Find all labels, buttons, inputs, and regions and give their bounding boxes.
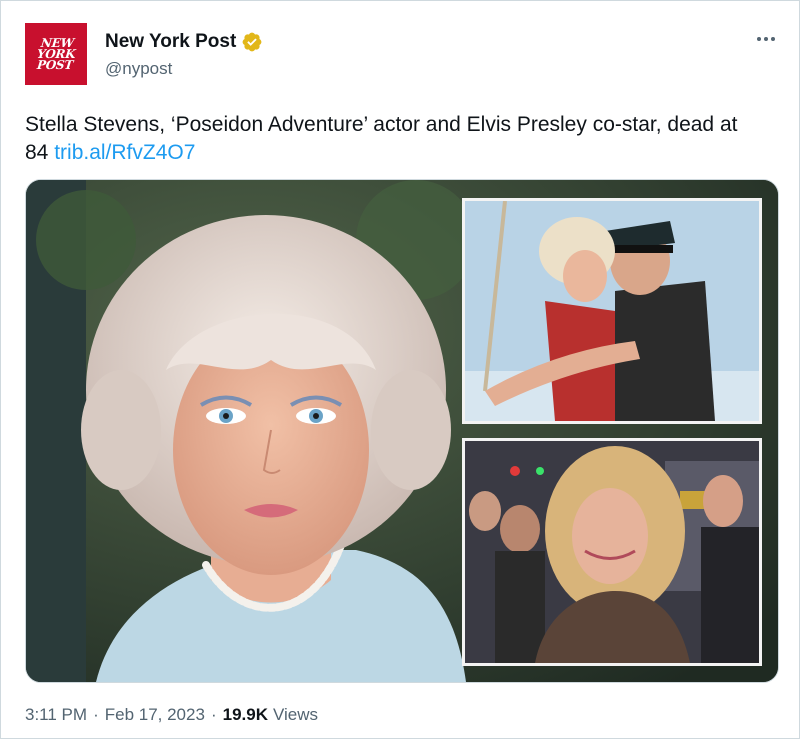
inset-photo-recent	[462, 438, 762, 666]
author-handle[interactable]: @nypost	[105, 59, 172, 79]
views-label: Views	[272, 705, 319, 724]
tweet-card: NEW YORK POST New York Post @nypost Stel…	[0, 0, 800, 739]
tweet-time[interactable]: 3:11 PM	[25, 705, 87, 725]
verified-badge-icon	[242, 32, 262, 52]
tweet-footer: 3:11 PM · Feb 17, 2023 · 19.9K Views	[25, 705, 318, 725]
author-display-name[interactable]: New York Post	[105, 31, 236, 53]
author-name-row: New York Post	[105, 31, 263, 53]
inset-photo-elvis	[462, 198, 762, 424]
nypost-logo: NEW YORK POST	[36, 35, 76, 72]
tweet-media[interactable]	[25, 179, 779, 683]
more-options-icon[interactable]	[751, 27, 781, 51]
footer-separator: ·	[93, 705, 99, 724]
avatar[interactable]: NEW YORK POST	[25, 23, 87, 85]
footer-separator: ·	[210, 705, 217, 724]
tweet-link[interactable]: trib.al/RfvZ4O7	[54, 141, 195, 164]
tweet-date[interactable]: Feb 17, 2023	[105, 705, 205, 725]
views-count: 19.9K	[222, 705, 268, 724]
tweet-text: Stella Stevens, ‘Poseidon Adventure’ act…	[25, 111, 765, 167]
